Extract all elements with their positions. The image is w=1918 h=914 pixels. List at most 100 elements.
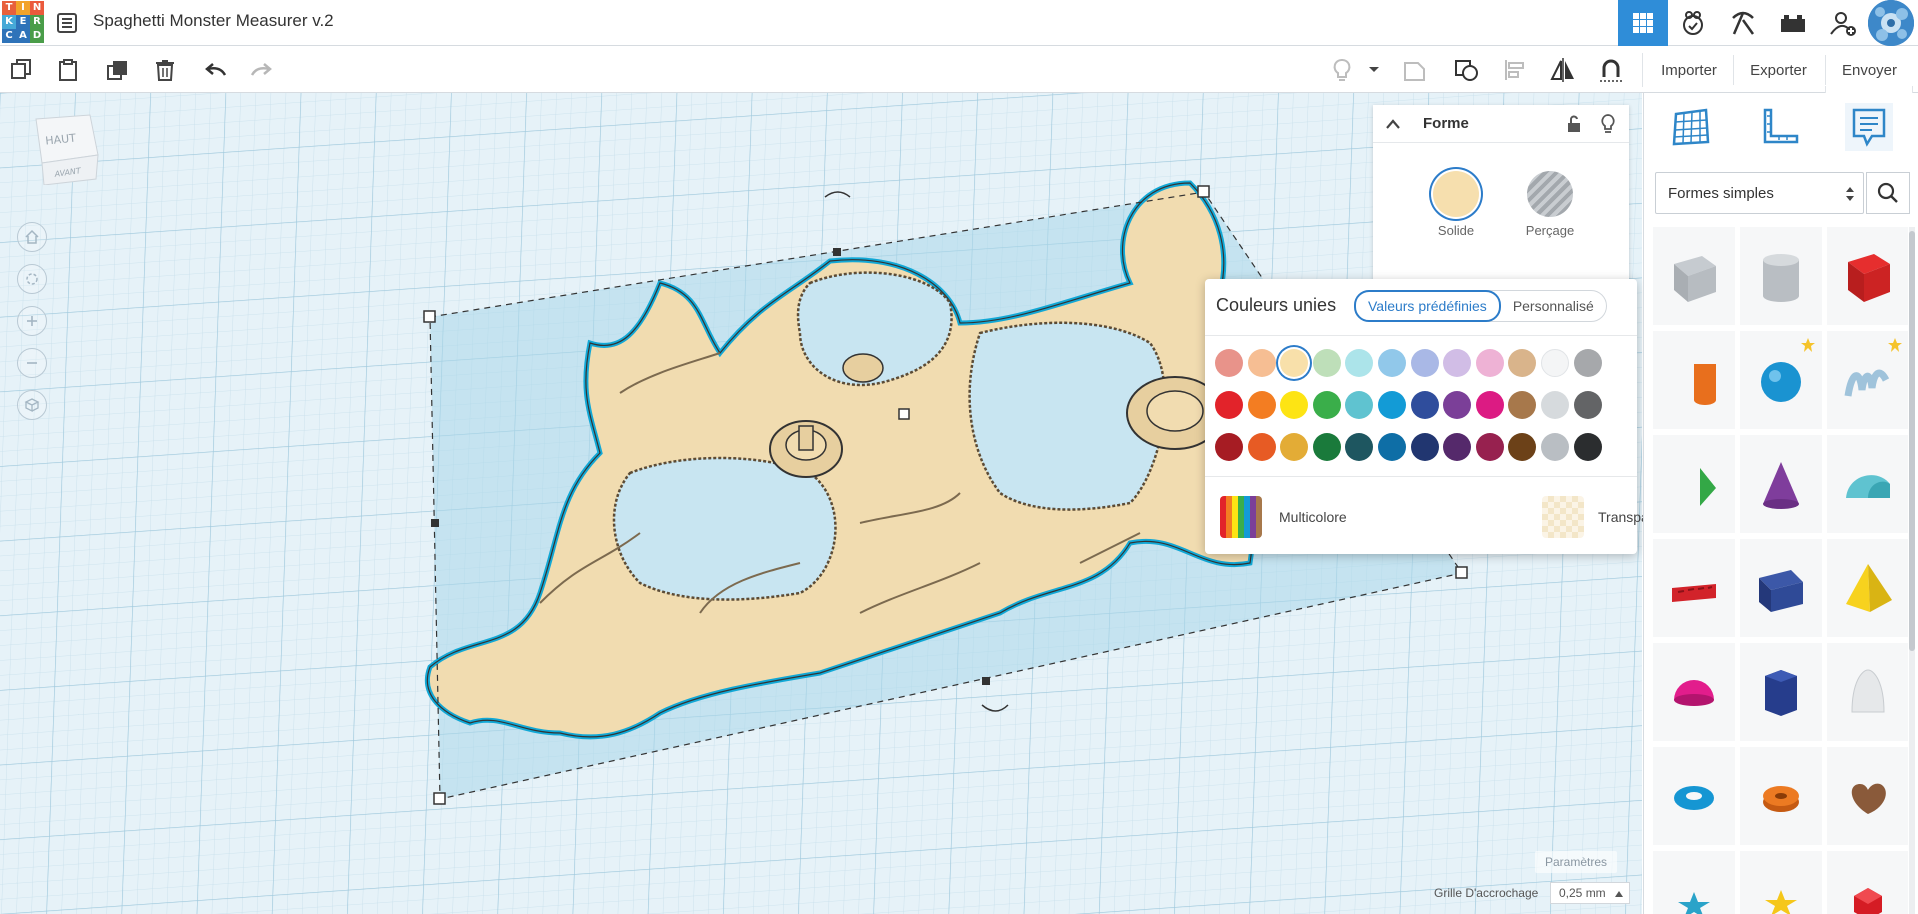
- shape-star[interactable]: [1653, 851, 1735, 914]
- shape-paraboloid[interactable]: [1827, 643, 1908, 741]
- paste-button[interactable]: [53, 55, 83, 85]
- transparent-swatch[interactable]: [1542, 496, 1584, 538]
- shape-half-sphere[interactable]: [1653, 643, 1735, 741]
- align-button[interactable]: [1500, 55, 1530, 85]
- shape-pyramid[interactable]: [1827, 539, 1908, 637]
- light-button[interactable]: [1327, 55, 1357, 85]
- color-swatch[interactable]: [1280, 391, 1309, 419]
- zoom-in-button[interactable]: [17, 306, 47, 336]
- shape-wedge-box[interactable]: [1740, 539, 1822, 637]
- color-swatch[interactable]: [1475, 433, 1504, 461]
- tab-notes[interactable]: [1845, 103, 1893, 151]
- cruise-button[interactable]: [1596, 55, 1626, 85]
- shape-star-gold[interactable]: [1740, 851, 1822, 914]
- shape-cylinder-hole[interactable]: [1740, 227, 1822, 325]
- import-button[interactable]: Importer: [1647, 55, 1731, 85]
- scrollbar-thumb[interactable]: [1909, 231, 1915, 651]
- shape-tube[interactable]: [1740, 747, 1822, 845]
- document-title[interactable]: Spaghetti Monster Measurer v.2: [93, 11, 334, 31]
- redo-button[interactable]: [246, 55, 276, 85]
- shape-sphere[interactable]: [1740, 331, 1822, 429]
- color-swatch[interactable]: [1573, 433, 1602, 461]
- multicolor-label[interactable]: Multicolore: [1279, 509, 1347, 525]
- document-list-icon[interactable]: [55, 11, 79, 35]
- hole-swatch[interactable]: [1527, 171, 1573, 217]
- shape-search-button[interactable]: [1866, 172, 1910, 214]
- visibility-bulb-icon[interactable]: [1599, 114, 1617, 134]
- color-swatch[interactable]: [1312, 433, 1341, 461]
- shape-heart[interactable]: [1827, 747, 1908, 845]
- color-swatch[interactable]: [1378, 349, 1406, 377]
- color-swatch[interactable]: [1541, 433, 1569, 461]
- ungroup-button[interactable]: [1452, 55, 1482, 85]
- color-swatch[interactable]: [1573, 349, 1602, 377]
- delete-button[interactable]: [150, 55, 180, 85]
- color-swatch[interactable]: [1443, 433, 1472, 461]
- color-swatch[interactable]: [1443, 391, 1472, 419]
- color-swatch[interactable]: [1378, 391, 1406, 419]
- zoom-out-button[interactable]: [17, 348, 47, 378]
- multicolor-swatch[interactable]: [1220, 496, 1262, 538]
- shape-cone[interactable]: [1740, 435, 1822, 533]
- color-swatch[interactable]: [1378, 433, 1406, 461]
- color-swatch[interactable]: [1345, 391, 1374, 419]
- color-swatch[interactable]: [1410, 433, 1439, 461]
- shape-cylinder[interactable]: [1653, 331, 1735, 429]
- gallery-button[interactable]: [1668, 0, 1718, 46]
- fit-view-button[interactable]: [17, 264, 47, 294]
- color-swatch[interactable]: [1247, 349, 1276, 377]
- solid-option[interactable]: Solide: [1416, 171, 1496, 238]
- unlock-icon[interactable]: [1565, 115, 1583, 133]
- color-swatch[interactable]: [1247, 433, 1276, 461]
- snap-grid-select[interactable]: 0,25 mm: [1550, 882, 1630, 904]
- undo-button[interactable]: [201, 55, 231, 85]
- user-avatar[interactable]: [1868, 0, 1914, 46]
- color-swatch[interactable]: [1280, 433, 1309, 461]
- shape-roof[interactable]: [1653, 435, 1735, 533]
- tab-ruler[interactable]: [1756, 103, 1804, 151]
- color-swatch[interactable]: [1508, 349, 1537, 377]
- shape-gem[interactable]: [1827, 851, 1908, 914]
- tab-workplane[interactable]: [1667, 103, 1715, 151]
- color-swatch[interactable]: [1508, 391, 1537, 419]
- mirror-button[interactable]: [1548, 55, 1578, 85]
- light-dropdown-button[interactable]: [1364, 55, 1384, 85]
- color-swatch[interactable]: [1443, 349, 1472, 377]
- color-swatch[interactable]: [1508, 433, 1537, 461]
- color-swatch[interactable]: [1410, 349, 1439, 377]
- color-swatch[interactable]: [1215, 433, 1243, 461]
- color-swatch[interactable]: [1312, 349, 1341, 377]
- collapse-chevron-icon[interactable]: [1385, 118, 1401, 130]
- color-swatch[interactable]: [1215, 391, 1243, 419]
- color-swatch[interactable]: [1541, 349, 1569, 377]
- color-swatch[interactable]: [1247, 391, 1276, 419]
- tinkercad-logo[interactable]: TINKERCAD: [2, 0, 46, 45]
- tab-preset-values[interactable]: Valeurs prédéfinies: [1354, 290, 1501, 322]
- home-view-button[interactable]: [17, 222, 47, 252]
- group-button[interactable]: [1400, 55, 1430, 85]
- color-swatch[interactable]: [1215, 349, 1243, 377]
- color-swatch[interactable]: [1573, 391, 1602, 419]
- shape-torus[interactable]: [1653, 747, 1735, 845]
- color-swatch[interactable]: [1475, 391, 1504, 419]
- view-cube[interactable]: HAUT AVANT: [28, 113, 100, 185]
- shape-box[interactable]: [1827, 227, 1908, 325]
- shape-round-roof[interactable]: [1827, 435, 1908, 533]
- color-swatch[interactable]: [1410, 391, 1439, 419]
- shapes-scrollbar[interactable]: [1909, 227, 1915, 914]
- color-swatch[interactable]: [1475, 349, 1504, 377]
- grid-view-button[interactable]: [1618, 0, 1668, 46]
- shape-scribble[interactable]: [1827, 331, 1908, 429]
- hole-option[interactable]: Perçage: [1510, 171, 1590, 238]
- pickaxe-button[interactable]: [1718, 0, 1768, 46]
- solid-color-swatch[interactable]: [1433, 171, 1479, 217]
- color-swatch[interactable]: [1280, 349, 1309, 377]
- shape-category-select[interactable]: Formes simples: [1655, 172, 1864, 214]
- shape-text[interactable]: [1653, 539, 1735, 637]
- color-swatch[interactable]: [1312, 391, 1341, 419]
- send-to-button[interactable]: Envoyer: [1825, 55, 1913, 85]
- tab-custom[interactable]: Personnalisé: [1501, 291, 1606, 321]
- bricks-button[interactable]: [1768, 0, 1818, 46]
- duplicate-button[interactable]: [103, 55, 133, 85]
- copy-button[interactable]: [6, 55, 36, 85]
